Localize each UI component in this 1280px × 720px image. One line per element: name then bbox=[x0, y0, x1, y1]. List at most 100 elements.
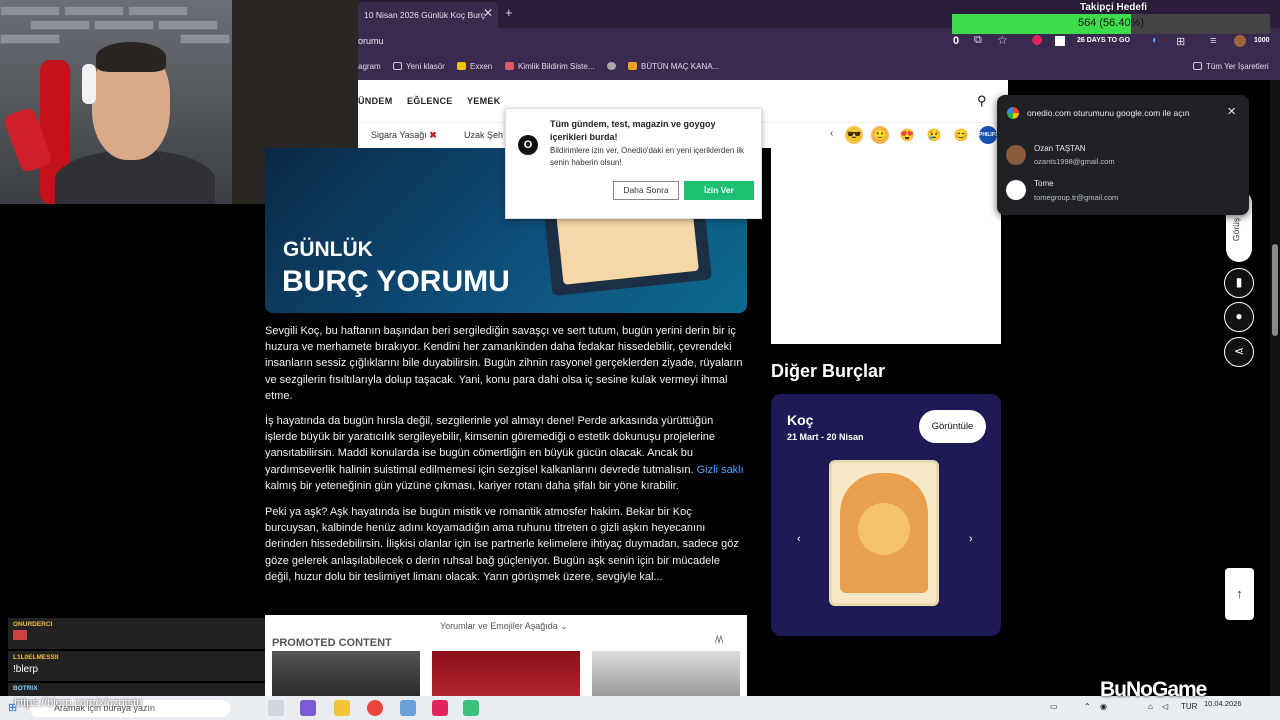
article-link[interactable]: Gizli saklı bbox=[697, 464, 744, 476]
share-icon[interactable]: ⋖ bbox=[1224, 337, 1254, 367]
follower-goal-bar: 564 (56.40%) bbox=[952, 14, 1270, 34]
globe-icon bbox=[607, 62, 616, 70]
avatar bbox=[1006, 180, 1026, 200]
chat-message: ONURDERCI bbox=[8, 618, 265, 649]
hero-subtitle: GÜNLÜK bbox=[283, 238, 373, 261]
nav-item-yemek[interactable]: YEMEK bbox=[467, 96, 501, 106]
browser-tab[interactable]: 10 Nisan 2026 Günlük Koç Burç bbox=[358, 2, 498, 28]
extension-icon[interactable] bbox=[1032, 35, 1042, 45]
bookmark-item[interactable]: Yeni klasör bbox=[393, 62, 445, 71]
account-row[interactable]: Ozan TAŞTAN ozants1998@gmail.com bbox=[997, 139, 1249, 171]
goal-progress-text: 564 (56.40%) bbox=[1077, 17, 1145, 29]
subnav-item-uzak[interactable]: Uzak Şeh bbox=[464, 130, 503, 140]
goal-title: Takipçi Hedefi bbox=[1080, 2, 1148, 13]
nav-item-eglence[interactable]: EĞLENCE bbox=[407, 96, 453, 106]
kimlik-icon bbox=[505, 62, 514, 70]
emoji-smile-icon[interactable]: 🙂 bbox=[871, 126, 889, 144]
chevron-right-icon[interactable]: › bbox=[969, 533, 973, 545]
app-icon[interactable] bbox=[432, 700, 448, 716]
clock[interactable]: 10.04.2026 bbox=[1204, 699, 1242, 708]
onedio-logo-icon: O bbox=[518, 135, 538, 155]
tab-close-icon[interactable]: ✕ bbox=[483, 6, 493, 20]
bookmark-item[interactable] bbox=[607, 62, 620, 71]
chevron-left-icon[interactable]: ‹ bbox=[830, 128, 833, 139]
copilot-icon[interactable] bbox=[300, 700, 316, 716]
aries-card-image bbox=[829, 460, 939, 606]
extension-count[interactable]: 1000 bbox=[1254, 37, 1270, 44]
extension-badge[interactable]: 26 DAYS TO GO bbox=[1077, 37, 1130, 44]
task-view-icon[interactable] bbox=[268, 700, 284, 716]
url-text[interactable]: orumu bbox=[358, 36, 384, 46]
bookmark-item[interactable]: Kimlik Bildirim Siste... bbox=[505, 62, 594, 71]
emoji-heart-eyes-icon[interactable]: 😍 bbox=[898, 126, 916, 144]
notif-body: Bildirimlere izin ver, Onedio'daki en ye… bbox=[550, 146, 745, 167]
chat-message: BOTRIX bbox=[8, 683, 265, 696]
profile-avatar[interactable] bbox=[1234, 35, 1246, 47]
google-signin-popup: onedio.com oturumunu google.com ile açın… bbox=[997, 95, 1249, 215]
notification-permission-popup: O Tüm gündem, test, magazin ve goygoy iç… bbox=[505, 108, 762, 219]
subnav-item-sigara[interactable]: Sigara Yasağı ✖ bbox=[371, 130, 437, 141]
bookmark-item[interactable]: BÜTÜN MAÇ KANA... bbox=[628, 62, 719, 71]
close-icon[interactable]: ✕ bbox=[1227, 105, 1236, 118]
emote-icon bbox=[13, 630, 27, 640]
volume-icon[interactable]: ◁ bbox=[1162, 702, 1168, 711]
allow-button[interactable]: İzin Ver bbox=[684, 181, 754, 200]
tray-icon[interactable]: ◉ bbox=[1100, 702, 1107, 711]
folder-icon bbox=[393, 62, 402, 70]
new-tab-button[interactable]: + bbox=[505, 5, 513, 20]
emoji-sad-icon[interactable]: 😢 bbox=[925, 126, 943, 144]
tray-chevron-icon[interactable]: ⌃ bbox=[1084, 702, 1091, 711]
file-explorer-icon[interactable] bbox=[334, 700, 350, 716]
article-paragraph: İş hayatında da bugün hırsla değil, sezg… bbox=[265, 415, 744, 492]
chrome-icon[interactable] bbox=[367, 700, 383, 716]
chevron-left-icon[interactable]: ‹ bbox=[797, 533, 801, 545]
app-icon[interactable] bbox=[463, 700, 479, 716]
promoted-label: PROMOTED CONTENT bbox=[272, 637, 392, 649]
brand-watermark: BuNoGame bbox=[1100, 678, 1207, 701]
promo-logo: /\/\ bbox=[715, 635, 723, 646]
cast-icon[interactable]: ⧉ bbox=[974, 34, 982, 47]
emoji-grin-icon[interactable]: 😊 bbox=[952, 126, 970, 144]
comments-toggle[interactable]: Yorumlar ve Emojiler Aşağıda ⌄ bbox=[440, 621, 568, 632]
exxen-icon bbox=[457, 62, 466, 70]
sign-name: Koç bbox=[787, 412, 814, 428]
zodiac-card[interactable]: Koç 21 Mart - 20 Nisan Görüntüle ‹ › bbox=[771, 394, 1001, 636]
reading-list-icon[interactable]: ≡ bbox=[1210, 35, 1216, 47]
notepad-icon[interactable] bbox=[400, 700, 416, 716]
article-paragraph: Sevgili Koç, bu haftanın başından beri s… bbox=[265, 325, 743, 402]
promo-thumbnail[interactable] bbox=[272, 651, 420, 696]
promo-thumbnail[interactable] bbox=[432, 651, 580, 696]
scrollbar[interactable] bbox=[1270, 80, 1280, 696]
promoted-content: Yorumlar ve Emojiler Aşağıda ⌄ PROMOTED … bbox=[265, 615, 747, 696]
google-popup-title: onedio.com oturumunu google.com ile açın bbox=[1027, 108, 1190, 118]
extension-counter[interactable]: 0 bbox=[953, 35, 959, 47]
stream-chat: ONURDERCI L1L0ELMESSII !blerp BOTRIX bbox=[8, 618, 265, 696]
other-signs-title: Diğer Burçlar bbox=[771, 361, 886, 381]
folder-icon bbox=[1193, 62, 1202, 70]
bookmark-item[interactable]: agram bbox=[358, 62, 381, 71]
language-indicator[interactable]: TUR bbox=[1181, 702, 1197, 711]
nav-item-gundem[interactable]: ÜNDEM bbox=[358, 96, 393, 106]
extension-icon[interactable]: ◐ bbox=[1152, 35, 1158, 46]
scroll-to-top-button[interactable]: ↑ bbox=[1225, 568, 1254, 620]
chat-message: L1L0ELMESSII !blerp bbox=[8, 651, 265, 681]
avatar bbox=[1006, 145, 1026, 165]
extension-icon[interactable] bbox=[1055, 36, 1065, 46]
bookmark-item[interactable]: Exxen bbox=[457, 62, 492, 71]
bookmark-icon[interactable]: ▮ bbox=[1224, 268, 1254, 298]
extensions-puzzle-icon[interactable]: ⊞ bbox=[1176, 35, 1185, 48]
promo-thumbnail[interactable] bbox=[592, 651, 740, 696]
view-button[interactable]: Görüntüle bbox=[919, 410, 986, 443]
all-bookmarks[interactable]: Tüm Yer İşaretleri bbox=[1193, 62, 1269, 71]
network-icon[interactable]: ⌂ bbox=[1148, 702, 1153, 711]
comment-icon[interactable]: ● bbox=[1224, 302, 1254, 332]
scrollbar-thumb[interactable] bbox=[1272, 244, 1278, 336]
account-row[interactable]: Tome tomegroup.tr@gmail.com bbox=[997, 175, 1249, 207]
philips-icon[interactable]: PHILIPS bbox=[979, 126, 998, 144]
notif-title: Tüm gündem, test, magazin ve goygoy içer… bbox=[550, 119, 716, 142]
emoji-glasses-icon[interactable]: 😎 bbox=[845, 126, 863, 144]
bookmark-star-icon[interactable]: ☆ bbox=[997, 33, 1008, 47]
tray-icon[interactable]: ▭ bbox=[1050, 702, 1058, 711]
later-button[interactable]: Daha Sonra bbox=[613, 181, 679, 200]
search-icon[interactable]: ⚲ bbox=[977, 93, 987, 109]
